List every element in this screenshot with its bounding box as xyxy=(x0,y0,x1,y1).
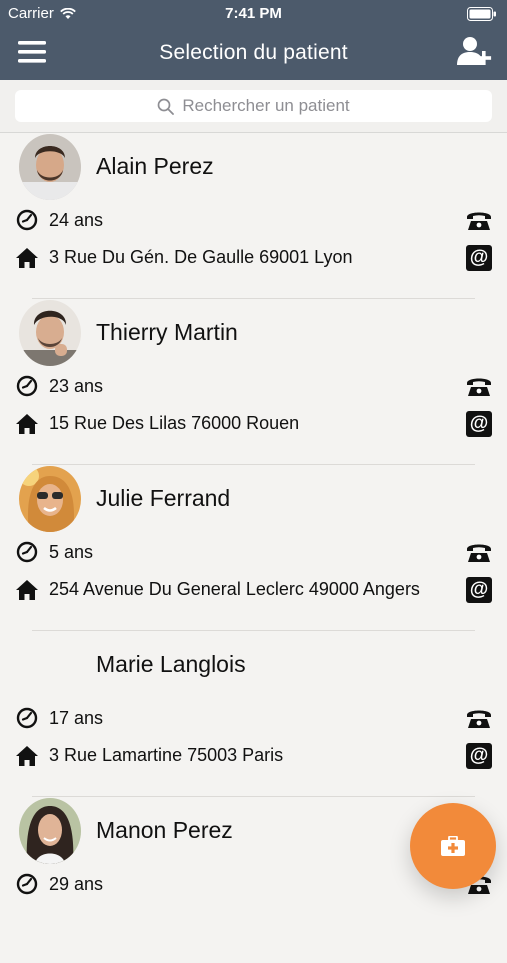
house-icon xyxy=(16,248,38,268)
add-user-icon[interactable] xyxy=(457,36,493,66)
patient-name: Manon Perez xyxy=(96,817,233,843)
house-icon xyxy=(16,414,38,434)
avatar xyxy=(19,134,81,200)
patient-address: 3 Rue Du Gén. De Gaulle 69001 Lyon xyxy=(49,247,353,267)
email-icon[interactable]: @ xyxy=(466,743,492,769)
patient-address: 254 Avenue Du General Leclerc 49000 Ange… xyxy=(49,579,420,599)
search-placeholder: Rechercher un patient xyxy=(182,96,350,115)
avatar xyxy=(19,798,81,864)
clock-icon xyxy=(16,375,38,397)
house-icon xyxy=(16,580,38,600)
patient-age: 5 ans xyxy=(49,542,94,562)
patient-card[interactable]: Julie Ferrand 5 ans 254 Avenue Du Genera… xyxy=(0,465,507,631)
nav-bar: Selection du patient xyxy=(0,28,507,80)
clock-icon xyxy=(16,707,38,729)
medical-kit-icon xyxy=(441,836,465,856)
patient-name: Alain Perez xyxy=(96,153,214,179)
patient-name: Julie Ferrand xyxy=(96,485,231,511)
page-title: Selection du patient xyxy=(159,41,348,64)
email-icon[interactable]: @ xyxy=(466,245,492,271)
email-icon[interactable]: @ xyxy=(466,577,492,603)
phone-icon[interactable] xyxy=(466,209,492,231)
email-icon[interactable]: @ xyxy=(466,411,492,437)
avatar xyxy=(19,466,81,532)
search-bar: Rechercher un patient xyxy=(0,80,507,133)
patient-age: 17 ans xyxy=(49,708,104,728)
patient-name: Marie Langlois xyxy=(96,651,246,677)
patient-address: 3 Rue Lamartine 75003 Paris xyxy=(49,745,284,765)
battery-icon xyxy=(467,7,496,21)
clock-icon xyxy=(16,209,38,231)
status-bar: Carrier 7:41 PM xyxy=(0,0,507,28)
avatar xyxy=(19,300,81,366)
patient-age: 29 ans xyxy=(49,874,104,894)
add-consultation-button[interactable] xyxy=(410,803,496,889)
search-icon xyxy=(158,98,175,115)
phone-icon[interactable] xyxy=(466,707,492,729)
patient-card[interactable]: Thierry Martin 23 ans 15 Rue Des Lilas 7… xyxy=(0,299,507,465)
patient-address: 15 Rue Des Lilas 76000 Rouen xyxy=(49,413,300,433)
patient-card[interactable]: Alain Perez 24 ans 3 Rue Du Gén. De Gaul… xyxy=(0,133,507,299)
patient-name: Thierry Martin xyxy=(96,319,238,345)
phone-icon[interactable] xyxy=(466,541,492,563)
house-icon xyxy=(16,746,38,766)
phone-icon[interactable] xyxy=(466,375,492,397)
status-time: 7:41 PM xyxy=(225,5,282,22)
patient-card[interactable]: Marie Langlois 17 ans 3 Rue Lamartine 75… xyxy=(0,631,507,797)
clock-icon xyxy=(16,873,38,895)
search-input[interactable]: Rechercher un patient xyxy=(15,90,492,122)
patient-age: 24 ans xyxy=(49,210,104,230)
clock-icon xyxy=(16,541,38,563)
patient-age: 23 ans xyxy=(49,376,104,396)
